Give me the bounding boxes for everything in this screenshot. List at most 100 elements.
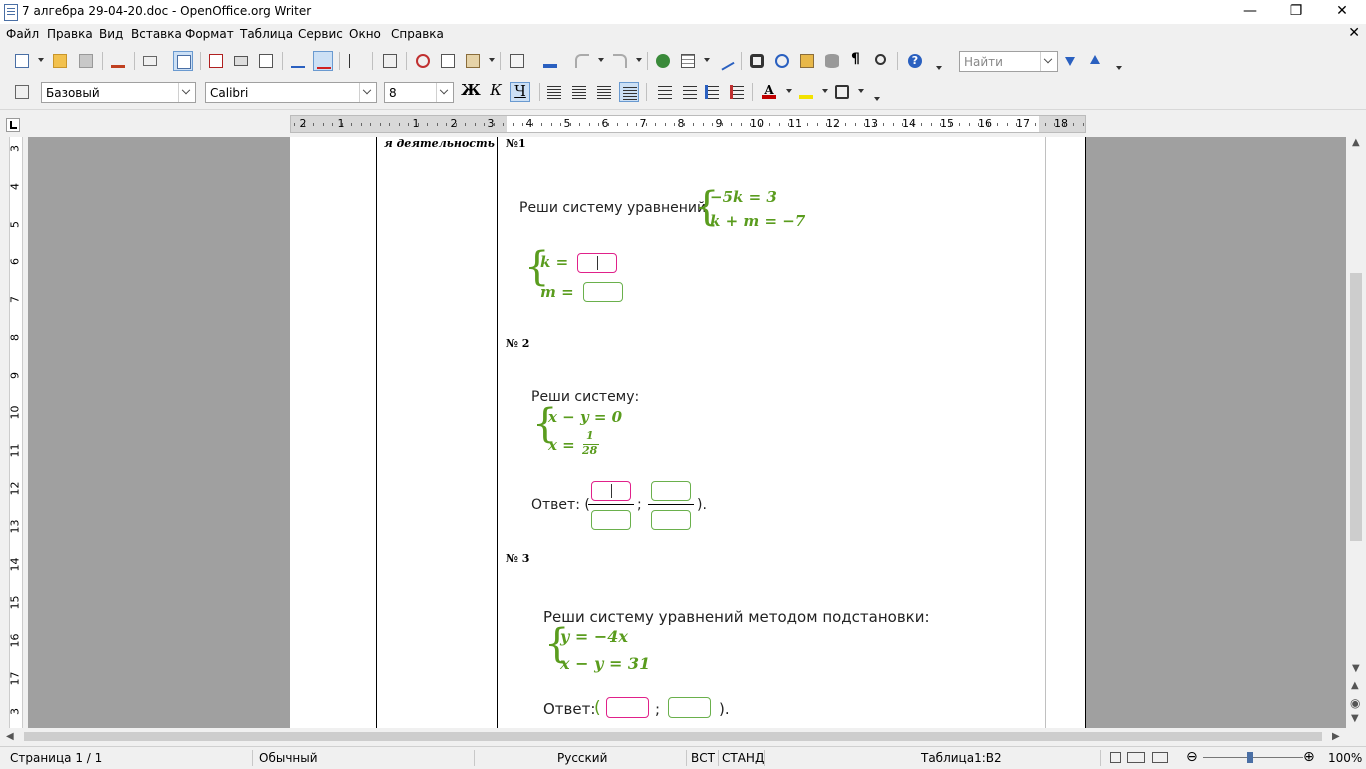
zoom-slider-thumb[interactable] xyxy=(1247,752,1253,763)
font-name-combo[interactable]: Calibri xyxy=(205,82,377,103)
justify-button[interactable] xyxy=(619,82,639,102)
italic-button[interactable]: К xyxy=(486,81,506,99)
close-document-icon[interactable]: ✕ xyxy=(1348,25,1360,41)
scroll-up-icon[interactable]: ▲ xyxy=(1352,137,1360,148)
bullets-button[interactable] xyxy=(677,82,697,102)
styles-formatting-button[interactable] xyxy=(12,82,32,102)
table-button[interactable] xyxy=(678,51,698,71)
menu-help[interactable]: Справка xyxy=(391,27,444,41)
export-pdf-button[interactable] xyxy=(206,51,226,71)
email-button[interactable] xyxy=(140,51,160,71)
underline-button[interactable]: Ч xyxy=(510,82,530,100)
close-window-button[interactable]: ✕ xyxy=(1319,0,1365,24)
book-view-icon[interactable] xyxy=(1152,752,1168,763)
find-combo[interactable]: Найти xyxy=(959,51,1058,72)
chevron-down-icon[interactable] xyxy=(436,83,453,102)
vertical-scroll-thumb[interactable] xyxy=(1350,273,1362,541)
language[interactable]: Русский xyxy=(557,751,607,765)
underline-button-frame[interactable]: Ч xyxy=(510,82,530,102)
document-area[interactable]: я деятельность №1 Реши систему уравнений… xyxy=(28,137,1346,728)
formatting-marks-button[interactable]: ¶ xyxy=(847,51,867,71)
task1-m-input[interactable] xyxy=(583,282,623,302)
page-style[interactable]: Обычный xyxy=(259,751,318,765)
chevron-down-icon[interactable] xyxy=(636,58,642,62)
zoom-slider[interactable] xyxy=(1203,757,1303,758)
highlighting-button[interactable] xyxy=(796,82,816,102)
align-center-button[interactable] xyxy=(569,82,589,102)
page-indicator[interactable]: Страница 1 / 1 xyxy=(10,751,102,765)
maximize-button[interactable]: ❐ xyxy=(1273,0,1319,24)
edit-file-button[interactable] xyxy=(173,51,193,71)
chevron-down-icon[interactable] xyxy=(38,58,44,62)
multi-page-view-icon[interactable] xyxy=(1127,752,1145,763)
horizontal-scrollbar[interactable]: ◀ ▶ xyxy=(0,728,1346,745)
minimize-button[interactable]: — xyxy=(1227,0,1273,24)
menu-window[interactable]: Окно xyxy=(349,27,381,41)
hyperlink-button[interactable] xyxy=(653,51,673,71)
cut-button[interactable] xyxy=(413,51,433,71)
navigator-button[interactable] xyxy=(772,51,792,71)
toolbar-options-icon[interactable] xyxy=(874,97,880,101)
edit-mode-button[interactable] xyxy=(108,51,128,71)
print-button[interactable] xyxy=(231,51,251,71)
data-sources-button[interactable] xyxy=(822,51,842,71)
chevron-down-icon[interactable] xyxy=(598,58,604,62)
task3-y-input[interactable] xyxy=(668,697,711,718)
insert-mode[interactable]: ВСТ xyxy=(691,751,715,765)
next-page-icon[interactable]: ▼ xyxy=(1351,713,1359,724)
menu-file[interactable]: Файл xyxy=(6,27,39,41)
autospellcheck-button[interactable] xyxy=(313,51,333,71)
zoom-level[interactable]: 100% xyxy=(1328,751,1362,765)
paragraph-style-combo[interactable]: Базовый xyxy=(41,82,196,103)
chevron-down-icon[interactable] xyxy=(1040,52,1057,71)
zoom-in-icon[interactable]: ⊕ xyxy=(1303,749,1315,765)
numbering-button[interactable] xyxy=(652,82,672,102)
background-color-button[interactable] xyxy=(832,82,852,102)
single-page-view-icon[interactable] xyxy=(1110,752,1121,763)
align-right-button[interactable] xyxy=(594,82,614,102)
task2-x-denominator-input[interactable] xyxy=(591,510,631,530)
horizontal-ruler[interactable]: 2 1 1 2 3 4 5 6 7 8 9 10 11 12 13 14 15 16 17 18 xyxy=(290,115,1086,133)
help-button[interactable]: ? xyxy=(905,51,925,71)
gallery-button[interactable] xyxy=(797,51,817,71)
chevron-down-icon[interactable] xyxy=(178,83,195,102)
selection-mode[interactable]: СТАНД xyxy=(722,751,764,765)
toolbar-options-icon[interactable] xyxy=(1116,66,1122,70)
document-page[interactable]: я деятельность №1 Реши систему уравнений… xyxy=(290,137,1086,728)
align-left-button[interactable] xyxy=(544,82,564,102)
menu-view[interactable]: Вид xyxy=(99,27,123,41)
undo-button[interactable] xyxy=(572,51,592,71)
previous-page-icon[interactable]: ▲ xyxy=(1351,680,1359,691)
chevron-down-icon[interactable] xyxy=(704,58,710,62)
menu-insert[interactable]: Вставка xyxy=(131,27,182,41)
clone-formatting-button[interactable] xyxy=(507,51,527,71)
chevron-down-icon[interactable] xyxy=(359,83,376,102)
scroll-left-icon[interactable]: ◀ xyxy=(6,731,14,742)
menu-table[interactable]: Таблица xyxy=(240,27,293,41)
chevron-down-icon[interactable] xyxy=(822,89,828,93)
vertical-ruler[interactable]: 3 4 5 6 7 8 9 10 11 12 13 14 15 16 17 3 xyxy=(0,137,28,728)
scroll-down-icon[interactable]: ▼ xyxy=(1352,663,1360,674)
format-paintbrush-button[interactable] xyxy=(540,51,560,71)
paste-button[interactable] xyxy=(463,51,483,71)
zoom-button[interactable] xyxy=(872,51,892,71)
find-replace-button[interactable] xyxy=(747,51,767,71)
task2-y-numerator-input[interactable] xyxy=(651,481,691,501)
nonprinting-chars-button[interactable] xyxy=(346,51,366,71)
increase-indent-button[interactable] xyxy=(727,82,747,102)
find-next-button[interactable] xyxy=(1060,51,1080,71)
find-previous-button[interactable] xyxy=(1085,51,1105,71)
menu-tools[interactable]: Сервис xyxy=(298,27,343,41)
chevron-down-icon[interactable] xyxy=(786,89,792,93)
chevron-down-icon[interactable] xyxy=(858,89,864,93)
draw-functions-button[interactable] xyxy=(715,51,735,71)
spellcheck-button[interactable] xyxy=(288,51,308,71)
task2-y-denominator-input[interactable] xyxy=(651,510,691,530)
bold-button[interactable]: Ж xyxy=(461,81,481,99)
tab-type-icon[interactable] xyxy=(6,118,20,132)
menu-format[interactable]: Формат xyxy=(185,27,234,41)
redo-button[interactable] xyxy=(610,51,630,71)
font-size-combo[interactable]: 8 xyxy=(384,82,454,103)
navigation-icon[interactable]: ◉ xyxy=(1350,696,1360,710)
print-preview-button[interactable] xyxy=(256,51,276,71)
